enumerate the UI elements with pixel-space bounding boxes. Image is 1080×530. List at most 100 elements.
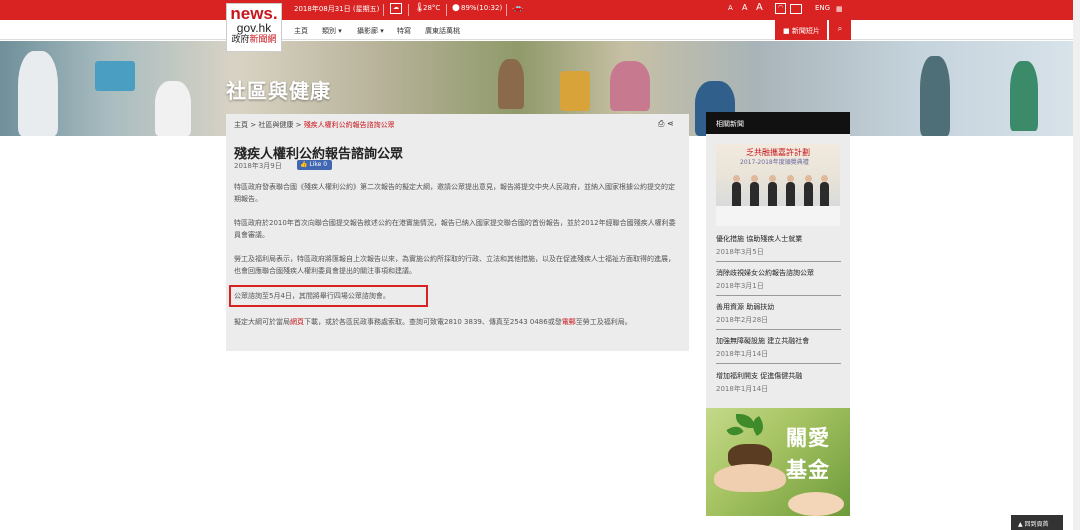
logo-line3a: 政府 <box>231 35 250 45</box>
hand-image <box>788 492 844 516</box>
related-news-item[interactable]: 善用資源 助弱扶幼 2018年2月28日 <box>716 302 841 325</box>
related-news-title[interactable]: 善用資源 助弱扶幼 <box>716 302 841 312</box>
related-news-item[interactable]: 增加福利開支 促進傷健共融 2018年1月14日 <box>716 371 841 394</box>
article-paragraph: 擬定大綱可於當局網頁下載，或於各區民政事務處索取。查詢可致電2810 3839、… <box>234 317 681 329</box>
divider <box>446 4 447 16</box>
divider <box>408 4 409 16</box>
related-news-item[interactable]: 消除歧視婦女公約報告諮詢公眾 2018年3月1日 <box>716 268 841 291</box>
share-tools: ⎙ ⋖ <box>658 119 674 129</box>
email-icon[interactable] <box>790 4 802 14</box>
humidity-icon: ● <box>452 3 460 13</box>
nav-photo-gallery[interactable]: 攝影廊 ▾ <box>357 26 384 36</box>
breadcrumb-home[interactable]: 主頁 <box>234 121 248 129</box>
related-news-title[interactable]: 增加福利開支 促進傷健共融 <box>716 371 841 381</box>
font-size-medium[interactable]: A <box>742 3 747 12</box>
back-to-top-button[interactable]: ▲ 回到頁首 <box>1011 515 1063 530</box>
related-news-title[interactable]: 加強無障礙設施 建立共融社會 <box>716 336 841 346</box>
nav-home[interactable]: 主頁 <box>294 26 308 36</box>
fund-title-line2: 基金 <box>786 458 830 482</box>
temperature-text: 28°C <box>423 4 441 12</box>
image-person <box>768 175 777 208</box>
image-person <box>820 175 829 208</box>
divider <box>383 4 384 16</box>
community-care-fund-banner[interactable]: 關愛 基金 <box>706 408 850 516</box>
section-title: 社區與健康 <box>226 79 331 103</box>
logo-line2: gov.hk <box>236 21 272 35</box>
share-icon[interactable]: ⋖ <box>667 119 674 128</box>
banner-figure <box>1010 61 1038 131</box>
scrollbar[interactable] <box>1073 0 1080 530</box>
divider <box>716 261 841 262</box>
breadcrumb-current: 殘疾人權利公約報告諮詢公眾 <box>303 121 395 129</box>
print-icon[interactable]: ⎙ <box>658 119 664 128</box>
nav-feature[interactable]: 特寫 <box>397 26 411 36</box>
nav-photo-label: 攝影廊 <box>357 27 378 35</box>
article-panel: 主頁 > 社區與健康 > 殘疾人權利公約報告諮詢公眾 ⎙ ⋖ 殘疾人權利公約報告… <box>226 114 689 351</box>
like-label: Like 0 <box>309 161 328 168</box>
email-link[interactable]: 電郵 <box>562 318 576 326</box>
humidity-text: 89%(10:32) <box>461 4 503 12</box>
logo-line3b: 新聞網 <box>249 35 277 45</box>
banner-sign <box>95 61 135 91</box>
divider <box>716 363 841 364</box>
related-news-date: 2018年2月28日 <box>716 316 769 324</box>
text-segment: 至勞工及福利局。 <box>575 318 632 326</box>
breadcrumb-sep: > <box>295 121 302 129</box>
font-size-large[interactable]: A <box>756 2 763 13</box>
traffic-car-icon[interactable]: 🚗 <box>512 3 523 13</box>
related-news-title[interactable]: 消除歧視婦女公約報告諮詢公眾 <box>716 268 841 278</box>
nav-category[interactable]: 類別 ▾ <box>322 26 342 36</box>
chevron-down-icon: ▾ <box>338 27 342 35</box>
video-icon: ■ <box>783 27 790 35</box>
facebook-like-button[interactable]: 👍 Like 0 <box>297 160 332 170</box>
article-paragraph-highlighted: 公眾諮詢至5月4日，其間將舉行四場公眾諮詢會。 <box>234 292 390 300</box>
banner-figure <box>498 59 524 109</box>
related-news-date: 2018年3月1日 <box>716 282 764 290</box>
menu-grid-icon[interactable]: ▦ <box>836 5 843 13</box>
hand-image <box>714 464 786 492</box>
site-logo[interactable]: news. gov.hk 政府新聞網 <box>226 3 282 52</box>
image-person <box>750 175 759 208</box>
nav-bar: 主頁 類別 ▾ 攝影廊 ▾ 特寫 廣東話萬桃 <box>0 20 1080 40</box>
weather-icon[interactable]: ☁ <box>390 3 402 14</box>
fund-title-line1: 關愛 <box>786 426 830 450</box>
rss-icon[interactable]: ◠ <box>775 3 786 14</box>
related-news-date: 2018年1月14日 <box>716 385 769 393</box>
nav-category-label: 類別 <box>322 27 336 35</box>
language-toggle[interactable]: ENG <box>815 4 830 12</box>
chevron-down-icon: ▾ <box>380 27 384 35</box>
article-paragraph: 特區政府發表聯合國《殘疾人權利公約》第二次報告的擬定大綱，邀請公眾提出意見，報告… <box>234 183 675 203</box>
article-paragraph: 勞工及福利局表示，特區政府將匯報自上次報告以來，為實施公約所採取的行政、立法和其… <box>234 255 675 275</box>
divider <box>716 295 841 296</box>
font-size-small[interactable]: A <box>728 4 733 12</box>
banner-figure <box>610 61 650 111</box>
related-news-item[interactable]: 優化措施 協助殘疾人士就業 2018年3月5日 <box>716 234 841 257</box>
divider <box>506 4 507 16</box>
breadcrumb-sep: > <box>250 121 257 129</box>
related-news-title[interactable]: 優化措施 協助殘疾人士就業 <box>716 234 841 244</box>
banner-figure <box>18 51 58 136</box>
related-news-item[interactable]: 加強無障礙設施 建立共融社會 2018年1月14日 <box>716 336 841 359</box>
related-news-image[interactable]: 乏共融攜嘉許計劃 2017-2018年度頒獎典禮 <box>716 144 840 226</box>
webpage-link[interactable]: 網頁 <box>290 318 304 326</box>
divider <box>716 329 841 330</box>
logo-line3: 政府新聞網 <box>227 34 281 47</box>
logo-line1: news. <box>230 4 278 23</box>
related-news: 相關新聞 乏共融攜嘉許計劃 2017-2018年度頒獎典禮 優化措施 協助殘疾人… <box>706 112 850 412</box>
related-news-date: 2018年3月5日 <box>716 248 764 256</box>
search-button[interactable]: ⌕ <box>829 20 851 40</box>
image-caption: 2017-2018年度頒獎典禮 <box>740 159 809 166</box>
related-news-date: 2018年1月14日 <box>716 350 769 358</box>
image-person <box>786 175 795 208</box>
article-paragraph: 特區政府於2010年首次向聯合國提交報告敘述公約在港實施情況，報告已納入國家提交… <box>234 219 676 239</box>
banner-figure <box>155 81 191 136</box>
top-bar: 2018年08月31日 (星期五) ☁ 🌡 28°C ● 89%(10:32) … <box>0 0 1080 20</box>
date-text: 2018年08月31日 (星期五) <box>294 5 380 13</box>
banner-figure <box>920 56 950 136</box>
nav-cantonese[interactable]: 廣東話萬桃 <box>425 26 460 36</box>
search-icon: ⌕ <box>837 24 843 33</box>
text-segment: 下載，或於各區民政事務處索取。查詢可致電2810 3839、傳真至2543 04… <box>304 318 562 326</box>
thumbs-up-icon: 👍 <box>300 161 308 168</box>
breadcrumb-section[interactable]: 社區與健康 <box>258 121 293 129</box>
video-gallery-button[interactable]: ■ 新聞短片 <box>775 20 827 40</box>
